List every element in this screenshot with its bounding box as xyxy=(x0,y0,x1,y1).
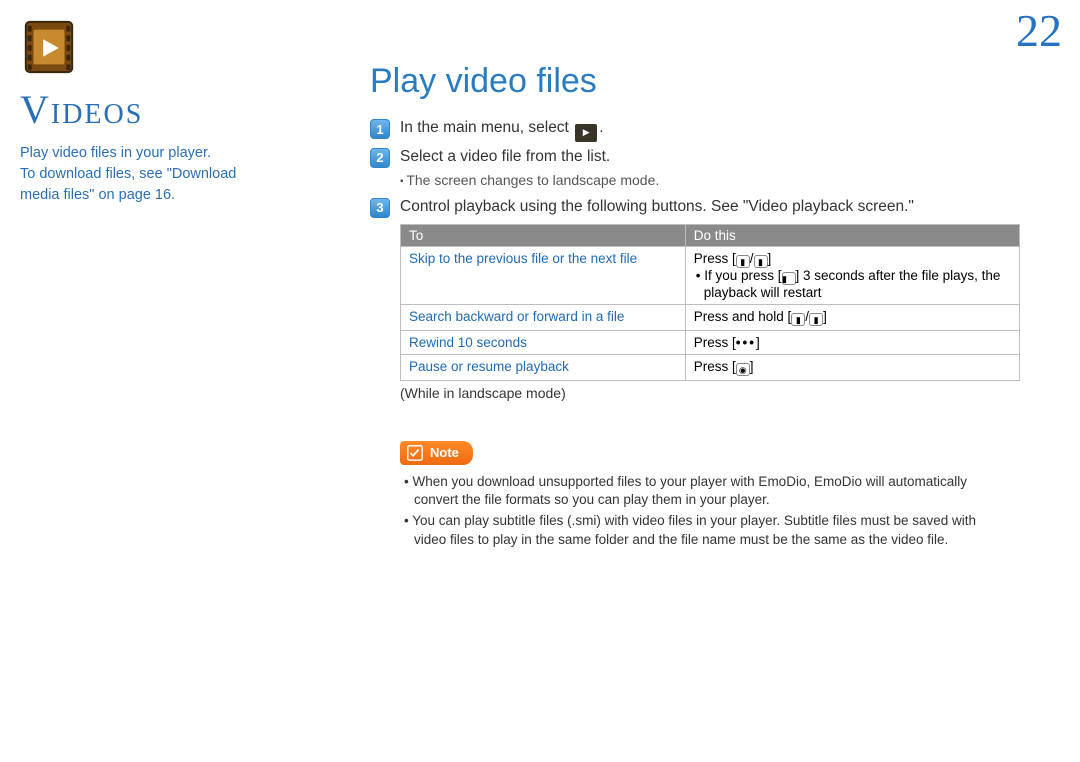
step-3-text: Control playback using the following but… xyxy=(400,198,914,216)
step-badge-3: 3 xyxy=(370,198,390,218)
page-title: Play video files xyxy=(370,62,1030,101)
decorative-circles xyxy=(0,507,210,762)
page-number: 22 xyxy=(1016,4,1062,57)
table-action: Pause or resume playback xyxy=(401,354,686,380)
note-check-icon xyxy=(406,444,424,462)
rewind-button-icon: ▮ xyxy=(791,313,805,326)
controls-table: To Do this Skip to the previous file or … xyxy=(400,224,1020,381)
note-list: When you download unsupported files to y… xyxy=(400,473,1000,551)
videos-section-icon xyxy=(20,18,78,76)
step-badge-2: 2 xyxy=(370,148,390,168)
note-item: You can play subtitle files (.smi) with … xyxy=(400,512,1000,550)
table-action: Skip to the previous file or the next fi… xyxy=(401,246,686,304)
table-row: Search backward or forward in a file Pre… xyxy=(401,304,1020,330)
table-do: Press [▮/▮] • If you press [▮] 3 seconds… xyxy=(685,246,1019,304)
prev-button-icon: ▮ xyxy=(736,255,750,268)
step-badge-1: 1 xyxy=(370,119,390,139)
sidebar-title: Videos xyxy=(20,86,240,133)
table-row: Pause or resume playback Press [◉] xyxy=(401,354,1020,380)
table-action: Rewind 10 seconds xyxy=(401,330,686,354)
table-caption: (While in landscape mode) xyxy=(400,385,1030,401)
note-badge: Note xyxy=(400,441,473,465)
table-do: Press [◉] xyxy=(685,354,1019,380)
note-item: When you download unsupported files to y… xyxy=(400,473,1000,511)
table-row: Skip to the previous file or the next fi… xyxy=(401,246,1020,304)
next-button-icon: ▮ xyxy=(754,255,768,268)
forward-button-icon: ▮ xyxy=(809,313,823,326)
prev-button-icon: ▮ xyxy=(782,272,796,285)
play-pause-button-icon: ◉ xyxy=(736,363,750,376)
step-2-text: Select a video file from the list. xyxy=(400,148,610,166)
table-header-do: Do this xyxy=(685,224,1019,246)
table-action: Search backward or forward in a file xyxy=(401,304,686,330)
dots-button-icon: ••• xyxy=(736,335,756,350)
video-menu-icon xyxy=(575,124,597,142)
table-do: Press and hold [▮/▮] xyxy=(685,304,1019,330)
table-do: Press [•••] xyxy=(685,330,1019,354)
table-row: Rewind 10 seconds Press [•••] xyxy=(401,330,1020,354)
table-header-to: To xyxy=(401,224,686,246)
step-2-sub: The screen changes to landscape mode. xyxy=(400,172,1030,188)
step-1-text: In the main menu, select . xyxy=(400,119,604,142)
sidebar-description: Play video files in your player. To down… xyxy=(20,143,240,206)
